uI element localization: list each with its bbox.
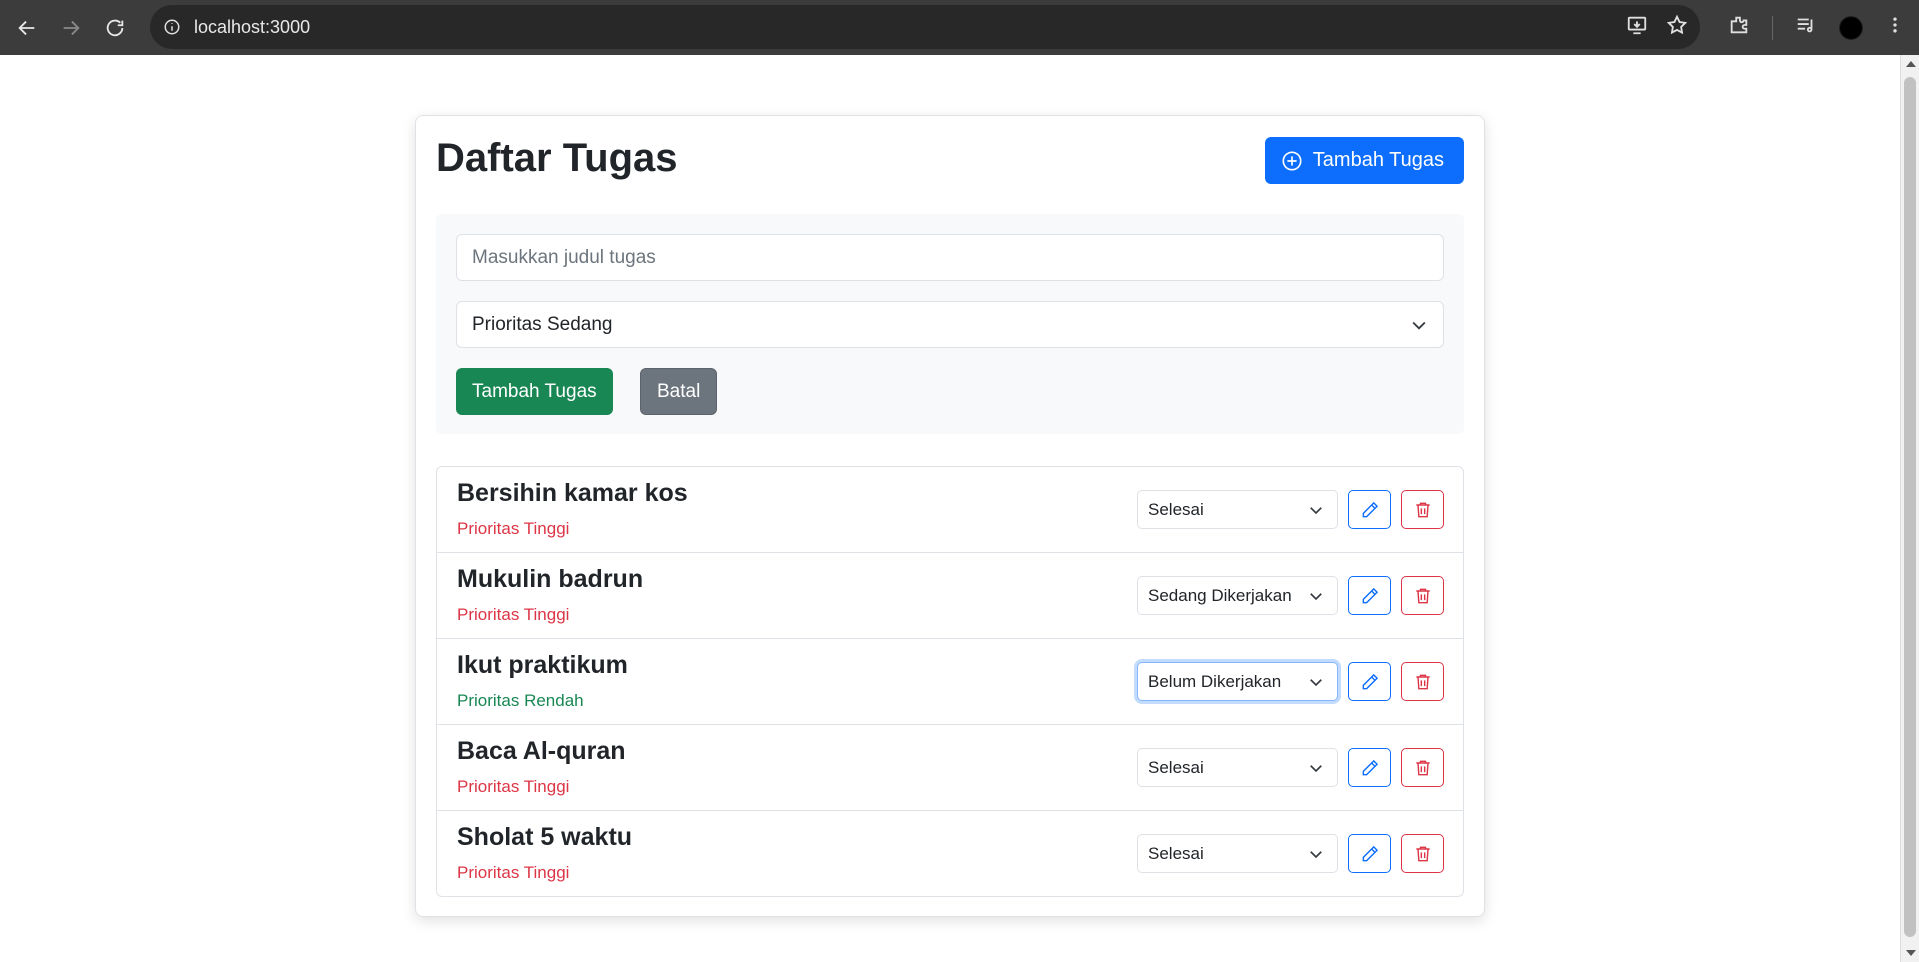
edit-task-button[interactable] <box>1348 748 1391 787</box>
add-task-form: Prioritas Sedang Tambah Tugas Batal <box>436 214 1464 434</box>
bookmark-star-icon[interactable] <box>1666 14 1688 41</box>
profile-avatar[interactable] <box>1839 15 1863 40</box>
task-priority: Prioritas Tinggi <box>457 519 570 538</box>
pencil-icon <box>1362 759 1378 775</box>
trash-icon <box>1415 846 1430 861</box>
scroll-up-arrow-icon[interactable] <box>1906 61 1916 67</box>
address-bar[interactable]: localhost:3000 <box>150 5 1700 49</box>
priority-select-value: Prioritas Sedang <box>472 313 613 335</box>
task-status-select[interactable]: Belum Dikerjakan <box>1137 662 1338 701</box>
task-status-value: Selesai <box>1148 757 1204 777</box>
trash-icon <box>1415 674 1430 689</box>
pencil-icon <box>1362 845 1378 861</box>
task-status-value: Sedang Dikerjakan <box>1148 585 1292 605</box>
task-item: Ikut praktikum Prioritas Rendah Belum Di… <box>437 639 1463 725</box>
chevron-down-icon <box>1310 851 1322 859</box>
pencil-icon <box>1362 673 1378 689</box>
arrow-right-icon <box>63 20 80 35</box>
chevron-down-icon <box>1310 593 1322 601</box>
toolbar-separator <box>1772 15 1773 40</box>
url-text: localhost:3000 <box>194 16 311 37</box>
cancel-button[interactable]: Batal <box>640 368 718 415</box>
task-status-select[interactable]: Selesai <box>1137 490 1338 529</box>
submit-task-button[interactable]: Tambah Tugas <box>456 368 613 415</box>
edit-task-button[interactable] <box>1348 662 1391 701</box>
task-title: Baca Al-quran <box>457 737 626 765</box>
task-list: Bersihin kamar kos Prioritas Tinggi Sele… <box>436 466 1464 897</box>
plus-circle-icon <box>1282 150 1302 171</box>
reload-button[interactable] <box>93 6 137 50</box>
task-card: Daftar Tugas Tambah Tugas Prioritas Seda… <box>415 115 1485 917</box>
task-status-value: Belum Dikerjakan <box>1148 671 1282 691</box>
task-status-select[interactable]: Sedang Dikerjakan <box>1137 576 1338 615</box>
back-button[interactable] <box>5 6 49 50</box>
page-scrollbar[interactable] <box>1900 55 1919 962</box>
trash-icon <box>1415 502 1430 517</box>
site-info-icon[interactable] <box>150 18 194 36</box>
pencil-icon <box>1362 587 1378 603</box>
chevron-down-icon <box>1310 765 1322 773</box>
scroll-down-arrow-icon[interactable] <box>1906 950 1916 956</box>
browser-toolbar: localhost:3000 <box>0 0 1919 55</box>
task-item: Baca Al-quran Prioritas Tinggi Selesai <box>437 725 1463 811</box>
task-priority: Prioritas Tinggi <box>457 863 570 882</box>
edit-task-button[interactable] <box>1348 834 1391 873</box>
delete-task-button[interactable] <box>1401 748 1444 787</box>
edit-task-button[interactable] <box>1348 490 1391 529</box>
priority-select[interactable]: Prioritas Sedang <box>456 301 1444 348</box>
task-title: Bersihin kamar kos <box>457 479 688 507</box>
task-priority: Prioritas Rendah <box>457 691 584 710</box>
task-status-value: Selesai <box>1148 499 1204 519</box>
task-priority: Prioritas Tinggi <box>457 777 570 796</box>
delete-task-button[interactable] <box>1401 576 1444 615</box>
task-status-value: Selesai <box>1148 843 1204 863</box>
chevron-down-icon <box>1412 321 1426 330</box>
install-app-icon[interactable] <box>1626 14 1648 41</box>
task-item: Sholat 5 waktu Prioritas Tinggi Selesai <box>437 811 1463 896</box>
chevron-down-icon <box>1310 679 1322 687</box>
task-priority: Prioritas Tinggi <box>457 605 570 624</box>
add-task-toggle-button[interactable]: Tambah Tugas <box>1264 137 1464 184</box>
task-item: Bersihin kamar kos Prioritas Tinggi Sele… <box>437 467 1463 553</box>
media-controls-icon[interactable] <box>1795 14 1817 41</box>
edit-task-button[interactable] <box>1348 576 1391 615</box>
task-title: Ikut praktikum <box>457 651 628 679</box>
forward-button[interactable] <box>49 6 93 50</box>
task-item: Mukulin badrun Prioritas Tinggi Sedang D… <box>437 553 1463 639</box>
trash-icon <box>1415 760 1430 775</box>
scrollbar-thumb[interactable] <box>1904 77 1916 937</box>
task-status-select[interactable]: Selesai <box>1137 834 1338 873</box>
pencil-icon <box>1362 501 1378 517</box>
extensions-icon[interactable] <box>1728 14 1750 41</box>
task-title: Mukulin badrun <box>457 565 644 593</box>
add-task-toggle-label: Tambah Tugas <box>1312 149 1444 171</box>
task-title-input[interactable] <box>456 234 1444 281</box>
task-status-select[interactable]: Selesai <box>1137 748 1338 787</box>
delete-task-button[interactable] <box>1401 490 1444 529</box>
delete-task-button[interactable] <box>1401 662 1444 701</box>
page-title: Daftar Tugas <box>436 136 678 180</box>
task-title: Sholat 5 waktu <box>457 823 633 851</box>
menu-kebab-icon[interactable] <box>1885 15 1905 40</box>
delete-task-button[interactable] <box>1401 834 1444 873</box>
trash-icon <box>1415 588 1430 603</box>
arrow-left-icon <box>18 20 35 35</box>
reload-icon <box>106 19 124 36</box>
chevron-down-icon <box>1310 507 1322 515</box>
